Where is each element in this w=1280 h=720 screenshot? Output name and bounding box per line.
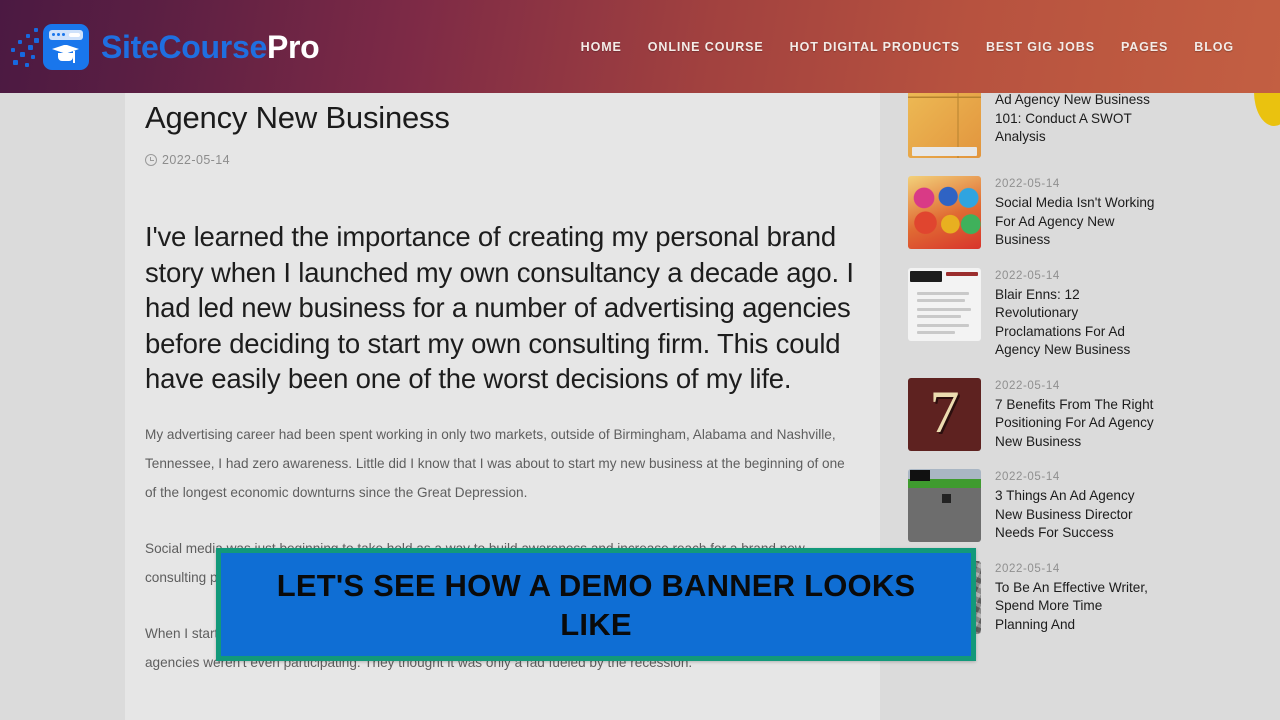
- social-media-icons-thumbnail: [908, 176, 981, 249]
- list-item-date: 2022-05-14: [995, 178, 1060, 190]
- post-date: 2022-05-14: [162, 153, 230, 167]
- number-seven-thumbnail: 7: [908, 377, 981, 451]
- list-item-title[interactable]: 3 Things An Ad Agency New Business Direc…: [995, 487, 1155, 543]
- list-item-date: 2022-05-14: [995, 379, 1060, 392]
- list-item-title[interactable]: To Be An Effective Writer, Spend More Ti…: [995, 579, 1155, 635]
- main-navigation: HOME ONLINE COURSE HOT DIGITAL PRODUCTS …: [581, 40, 1234, 54]
- page-root: SiteCoursePro HOME ONLINE COURSE HOT DIG…: [0, 0, 1280, 720]
- demo-banner[interactable]: LET'S SEE HOW A DEMO BANNER LOOKS LIKE: [216, 548, 976, 661]
- list-item[interactable]: 2022-05-14 Blair Enns: 12 Revolutionary …: [900, 267, 1280, 378]
- site-logo[interactable]: SiteCoursePro: [8, 23, 320, 70]
- demo-banner-text: LET'S SEE HOW A DEMO BANNER LOOKS LIKE: [276, 567, 916, 642]
- clock-icon: [145, 154, 157, 166]
- list-item-title[interactable]: 7 Benefits From The Right Positioning Fo…: [995, 396, 1155, 452]
- list-item-title[interactable]: Ad Agency New Business 101: Conduct A SW…: [995, 93, 1155, 147]
- list-item[interactable]: Ad Agency New Business 101: Conduct A SW…: [900, 93, 1280, 176]
- list-item-title[interactable]: Blair Enns: 12 Revolutionary Proclamatio…: [995, 286, 1155, 360]
- page-title: Agency New Business: [145, 100, 450, 135]
- logo-dots-icon: [8, 24, 42, 70]
- document-thumbnail: [908, 267, 981, 341]
- list-item-title[interactable]: Social Media Isn't Working For Ad Agency…: [995, 194, 1155, 250]
- site-header: SiteCoursePro HOME ONLINE COURSE HOT DIG…: [0, 0, 1280, 93]
- article-paragraph-1: My advertising career had been spent wor…: [145, 426, 845, 500]
- nav-item-pages[interactable]: PAGES: [1121, 40, 1168, 54]
- brand-name-secondary: Pro: [266, 28, 320, 65]
- nav-item-best-gig-jobs[interactable]: BEST GIG JOBS: [986, 40, 1095, 54]
- list-item[interactable]: 7 2022-05-14 7 Benefits From The Right P…: [900, 377, 1280, 470]
- post-meta: 2022-05-14: [145, 153, 856, 167]
- article-lead-paragraph: I've learned the importance of creating …: [145, 221, 854, 394]
- list-item-date: 2022-05-14: [995, 471, 1060, 483]
- swot-chart-thumbnail: [908, 93, 981, 158]
- graduation-cap-browser-icon: [43, 23, 89, 70]
- list-item-date: 2022-05-14: [995, 269, 1060, 282]
- nav-item-hot-digital-products[interactable]: HOT DIGITAL PRODUCTS: [790, 40, 960, 54]
- list-item-date: 2022-05-14: [995, 562, 1060, 575]
- green-board-thumbnail: [908, 469, 981, 542]
- list-item[interactable]: 2022-05-14 Social Media Isn't Working Fo…: [900, 176, 1280, 268]
- brand-name-primary: SiteCourse: [101, 28, 267, 65]
- nav-item-blog[interactable]: BLOG: [1194, 40, 1234, 54]
- nav-item-online-course[interactable]: ONLINE COURSE: [648, 40, 764, 54]
- brand-wordmark: SiteCoursePro: [101, 28, 320, 65]
- nav-item-home[interactable]: HOME: [581, 40, 622, 54]
- list-item[interactable]: 2022-05-14 3 Things An Ad Agency New Bus…: [900, 469, 1280, 561]
